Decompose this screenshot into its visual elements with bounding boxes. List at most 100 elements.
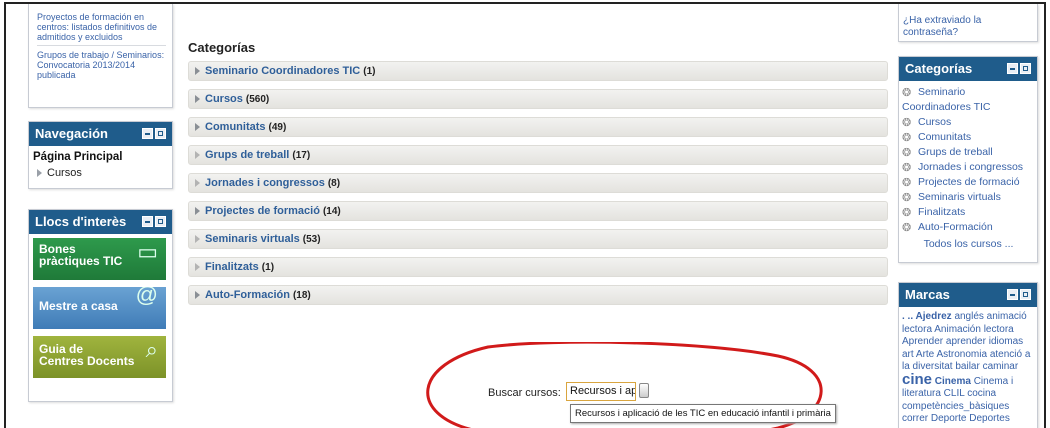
category-label: Comunitats (918, 131, 972, 143)
category-count: (17) (292, 149, 311, 161)
dock-block-icon[interactable] (1020, 63, 1031, 74)
banner-mestre-a-casa[interactable]: Mestre a casa @ (33, 287, 166, 329)
category-row[interactable]: Projectes de formació (14) (188, 201, 888, 221)
category-link[interactable]: Cursos (205, 93, 243, 105)
category-row[interactable]: Seminario Coordinadores TIC (1) (188, 61, 888, 81)
links-block: Llocs d'interès Bones pràctiques TIC ▭ M… (28, 209, 173, 402)
dock-block-icon[interactable] (1020, 289, 1031, 300)
block-controls (1007, 289, 1031, 300)
hide-block-icon[interactable] (142, 128, 153, 139)
category-row[interactable]: Comunitats (49) (188, 117, 888, 137)
category-count: (1) (363, 65, 376, 77)
category-link[interactable]: Seminaris virtuals (205, 233, 300, 245)
category-icon: ❂ (902, 147, 912, 159)
left-column: Proyectos de formación en centros: lista… (28, 4, 173, 402)
page-frame: Proyectos de formación en centros: lista… (4, 2, 1046, 428)
category-list: Seminario Coordinadores TIC (1) Cursos (56… (188, 61, 888, 305)
tag-link[interactable]: Cinema (935, 376, 971, 387)
news-item[interactable]: Grupos de trabajo / Seminarios: Convocat… (37, 50, 166, 80)
triangle-right-icon (195, 151, 200, 159)
screen-icon: ▭ (137, 239, 158, 264)
autocomplete-suggestion[interactable]: Recursos i aplicació de les TIC en educa… (570, 404, 836, 423)
category-row[interactable]: Grups de treball (17) (188, 145, 888, 165)
category-row[interactable]: Jornades i congressos (8) (188, 173, 888, 193)
m-at-icon: @ (135, 287, 158, 307)
hide-block-icon[interactable] (142, 216, 153, 227)
category-label: Cursos (918, 116, 952, 128)
tags-title: Marcas (905, 287, 950, 302)
category-link[interactable]: Comunitats (205, 121, 266, 133)
banner-guia-centres[interactable]: Guia de Centres Docents ⌕ (33, 336, 166, 378)
category-label: Finalitzats (918, 206, 966, 218)
triangle-right-icon (195, 235, 200, 243)
category-icon: ❂ (902, 207, 912, 219)
category-count: (49) (268, 121, 287, 133)
links-body: Bones pràctiques TIC ▭ Mestre a casa @ G… (29, 234, 172, 378)
links-header: Llocs d'interès (29, 210, 172, 234)
forgot-password-link[interactable]: ¿Ha extraviado la contraseña? (903, 15, 981, 38)
login-block: ¿Ha extraviado la contraseña? (898, 4, 1038, 42)
dock-block-icon[interactable] (155, 216, 166, 227)
tags-header: Marcas (899, 283, 1037, 307)
block-controls (142, 128, 166, 139)
main-content: Categorías Seminario Coordinadores TIC (1… (188, 40, 888, 428)
block-controls (142, 216, 166, 227)
category-icon: ❂ (902, 177, 912, 189)
tag-link[interactable]: . .. Ajedrez (902, 311, 952, 322)
category-item[interactable]: ❂ Grups de treball (902, 145, 1035, 160)
search-area: Buscar cursos: Recursos i apl Recursos i… (418, 342, 848, 428)
category-item[interactable]: ❂ Finalitzats (902, 205, 1035, 220)
category-link[interactable]: Projectes de formació (205, 205, 320, 217)
navigation-body: Página Principal Cursos (29, 146, 172, 184)
nav-item-label: Cursos (47, 167, 82, 179)
triangle-right-icon (37, 169, 42, 178)
category-count: (14) (322, 205, 341, 217)
category-link[interactable]: Finalitzats (205, 261, 259, 273)
category-count: (8) (327, 177, 341, 189)
navigation-header: Navegación (29, 122, 172, 146)
category-item[interactable]: ❂ Projectes de formació (902, 175, 1035, 190)
news-block: Proyectos de formación en centros: lista… (28, 4, 173, 108)
nav-item-courses[interactable]: Cursos (33, 167, 168, 179)
category-link[interactable]: Grups de treball (205, 149, 289, 161)
links-title: Llocs d'interès (35, 214, 127, 229)
search-input[interactable]: Recursos i apl (566, 382, 636, 401)
news-item[interactable]: Proyectos de formación en centros: lista… (37, 12, 166, 45)
triangle-right-icon (195, 67, 200, 75)
banner-bones-practiques[interactable]: Bones pràctiques TIC ▭ (33, 238, 166, 280)
tag-link[interactable]: cine (902, 371, 932, 388)
category-row[interactable]: Auto-Formación (18) (188, 285, 888, 305)
category-link[interactable]: Jornades i congressos (205, 177, 325, 189)
category-item[interactable]: ❂ Comunitats (902, 130, 1035, 145)
category-item[interactable]: ❂ Jornades i congressos (902, 160, 1035, 175)
category-icon: ❂ (902, 222, 912, 234)
category-count: (53) (302, 233, 321, 245)
search-label: Buscar cursos: (488, 387, 561, 399)
category-link[interactable]: Auto-Formación (205, 289, 290, 301)
category-link[interactable]: Seminario Coordinadores TIC (205, 65, 360, 77)
all-courses-link[interactable]: Todos los cursos ... (902, 238, 1035, 250)
category-item[interactable]: ❂ Cursos (902, 115, 1035, 130)
tag-cloud: . .. Ajedrez anglés animació lectora Ani… (899, 307, 1037, 428)
category-count: (1) (261, 261, 275, 273)
category-icon: ❂ (902, 162, 912, 174)
category-icon: ❂ (902, 87, 912, 99)
category-row[interactable]: Cursos (560) (188, 89, 888, 109)
category-row[interactable]: Seminaris virtuals (53) (188, 229, 888, 249)
category-label: Auto-Formación (918, 221, 993, 233)
category-item[interactable]: ❂ Auto-Formación (902, 220, 1035, 235)
nav-home-link[interactable]: Página Principal (33, 151, 168, 163)
categories-block: Categorías ❂ Seminario Coordinadores TIC … (898, 56, 1038, 263)
category-item[interactable]: ❂ Seminaris virtuals (902, 190, 1035, 205)
category-label: Projectes de formació (918, 176, 1020, 188)
categories-header: Categorías (899, 57, 1037, 81)
search-button[interactable] (639, 383, 649, 398)
hide-block-icon[interactable] (1007, 63, 1018, 74)
divider (37, 45, 166, 46)
dock-block-icon[interactable] (155, 128, 166, 139)
triangle-right-icon (195, 179, 200, 187)
triangle-right-icon (195, 95, 200, 103)
hide-block-icon[interactable] (1007, 289, 1018, 300)
category-item[interactable]: ❂ Seminario Coordinadores TIC (902, 85, 1035, 115)
category-row[interactable]: Finalitzats (1) (188, 257, 888, 277)
